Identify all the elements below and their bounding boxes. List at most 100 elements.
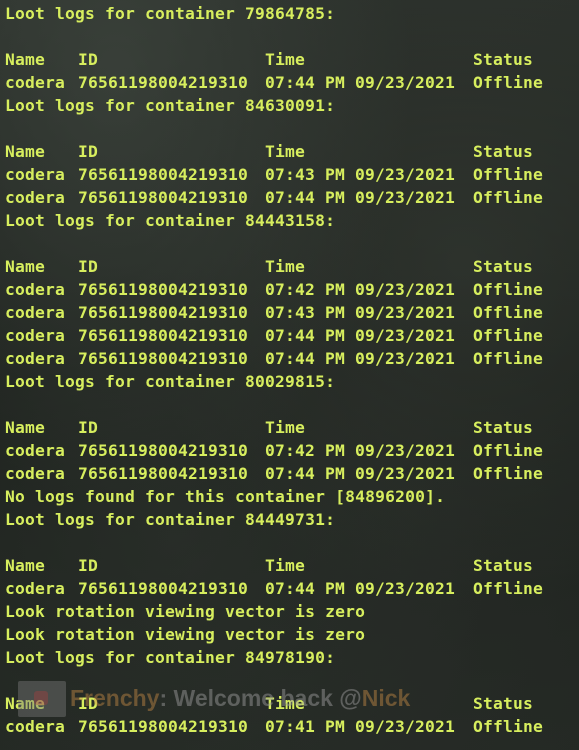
log-row: codera 76561198004219310 07:42 PM 09/23/20… bbox=[5, 278, 575, 301]
container-header: Loot logs for container 84630091: bbox=[5, 96, 336, 115]
column-header-status: Status bbox=[473, 556, 534, 575]
container-header: Loot logs for container 84978190: bbox=[5, 648, 336, 667]
log-message: Look rotation viewing vector is zero bbox=[5, 625, 366, 644]
log-time: 07:44 PM 09/23/2021 bbox=[265, 326, 456, 345]
log-name: codera bbox=[5, 464, 66, 483]
log-status: Offline bbox=[473, 579, 544, 598]
column-header-time: Time bbox=[265, 50, 306, 69]
column-header-name: Name bbox=[5, 142, 46, 161]
log-name: codera bbox=[5, 303, 66, 322]
log-status: Offline bbox=[473, 464, 544, 483]
column-header-name: Name bbox=[5, 257, 46, 276]
log-time: 07:44 PM 09/23/2021 bbox=[265, 579, 456, 598]
log-name: codera bbox=[5, 349, 66, 368]
column-header-id: ID bbox=[78, 418, 99, 437]
log-id: 76561198004219310 bbox=[78, 303, 249, 322]
log-row: codera 76561198004219310 07:44 PM 09/23/20… bbox=[5, 186, 575, 209]
log-name: codera bbox=[5, 579, 66, 598]
log-time: 07:44 PM 09/23/2021 bbox=[265, 464, 456, 483]
column-header-name: Name bbox=[5, 418, 46, 437]
log-row: codera 76561198004219310 07:43 PM 09/23/20… bbox=[5, 301, 575, 324]
column-header-row: Name ID Time Status bbox=[5, 416, 575, 439]
log-time: 07:43 PM 09/23/2021 bbox=[265, 303, 456, 322]
log-time: 07:44 PM 09/23/2021 bbox=[265, 73, 456, 92]
log-name: codera bbox=[5, 280, 66, 299]
column-header-id: ID bbox=[78, 257, 99, 276]
log-row: codera 76561198004219310 07:41 PM 09/23/20… bbox=[5, 715, 575, 738]
column-header-id: ID bbox=[78, 142, 99, 161]
column-header-time: Time bbox=[265, 694, 306, 713]
log-row: codera 76561198004219310 07:44 PM 09/23/20… bbox=[5, 324, 575, 347]
column-header-status: Status bbox=[473, 50, 534, 69]
column-header-name: Name bbox=[5, 50, 46, 69]
log-id: 76561198004219310 bbox=[78, 349, 249, 368]
log-status: Offline bbox=[473, 73, 544, 92]
column-header-id: ID bbox=[78, 556, 99, 575]
log-row: codera 76561198004219310 07:44 PM 09/23/20… bbox=[5, 462, 575, 485]
log-row: codera 76561198004219310 07:43 PM 09/23/20… bbox=[5, 163, 575, 186]
log-name: codera bbox=[5, 188, 66, 207]
column-header-name: Name bbox=[5, 556, 46, 575]
column-header-id: ID bbox=[78, 50, 99, 69]
log-id: 76561198004219310 bbox=[78, 188, 249, 207]
column-header-row: Name ID Time Status bbox=[5, 692, 575, 715]
log-status: Offline bbox=[473, 188, 544, 207]
log-status: Offline bbox=[473, 326, 544, 345]
log-time: 07:44 PM 09/23/2021 bbox=[265, 188, 456, 207]
log-time: 07:42 PM 09/23/2021 bbox=[265, 280, 456, 299]
column-header-row: Name ID Time Status bbox=[5, 140, 575, 163]
column-header-status: Status bbox=[473, 257, 534, 276]
log-row: codera 76561198004219310 07:42 PM 09/23/20… bbox=[5, 439, 575, 462]
log-name: codera bbox=[5, 73, 66, 92]
log-status: Offline bbox=[473, 717, 544, 736]
log-id: 76561198004219310 bbox=[78, 464, 249, 483]
column-header-status: Status bbox=[473, 418, 534, 437]
column-header-name: Name bbox=[5, 694, 46, 713]
column-header-row: Name ID Time Status bbox=[5, 255, 575, 278]
log-name: codera bbox=[5, 441, 66, 460]
log-message: No logs found for this container [848962… bbox=[5, 487, 446, 506]
container-header: Loot logs for container 79864785: bbox=[5, 4, 336, 23]
container-header: Loot logs for container 80029815: bbox=[5, 372, 336, 391]
column-header-row: Name ID Time Status bbox=[5, 48, 575, 71]
column-header-row: Name ID Time Status bbox=[5, 554, 575, 577]
column-header-time: Time bbox=[265, 556, 306, 575]
column-header-time: Time bbox=[265, 418, 306, 437]
log-id: 76561198004219310 bbox=[78, 441, 249, 460]
log-status: Offline bbox=[473, 441, 544, 460]
log-status: Offline bbox=[473, 349, 544, 368]
column-header-time: Time bbox=[265, 142, 306, 161]
log-time: 07:42 PM 09/23/2021 bbox=[265, 441, 456, 460]
log-id: 76561198004219310 bbox=[78, 165, 249, 184]
log-id: 76561198004219310 bbox=[78, 280, 249, 299]
log-status: Offline bbox=[473, 165, 544, 184]
log-row: codera 76561198004219310 07:44 PM 09/23/20… bbox=[5, 71, 575, 94]
log-name: codera bbox=[5, 326, 66, 345]
column-header-status: Status bbox=[473, 694, 534, 713]
container-header: Loot logs for container 84443158: bbox=[5, 211, 336, 230]
log-id: 76561198004219310 bbox=[78, 717, 249, 736]
log-time: 07:44 PM 09/23/2021 bbox=[265, 349, 456, 368]
log-time: 07:43 PM 09/23/2021 bbox=[265, 165, 456, 184]
log-id: 76561198004219310 bbox=[78, 326, 249, 345]
log-message: Look rotation viewing vector is zero bbox=[5, 602, 366, 621]
console-log: Loot logs for container 79864785: Name ID T… bbox=[5, 2, 575, 738]
log-id: 76561198004219310 bbox=[78, 579, 249, 598]
log-row: codera 76561198004219310 07:44 PM 09/23/20… bbox=[5, 347, 575, 370]
column-header-id: ID bbox=[78, 694, 99, 713]
log-status: Offline bbox=[473, 280, 544, 299]
log-status: Offline bbox=[473, 303, 544, 322]
log-name: codera bbox=[5, 717, 66, 736]
log-row: codera 76561198004219310 07:44 PM 09/23/20… bbox=[5, 577, 575, 600]
log-time: 07:41 PM 09/23/2021 bbox=[265, 717, 456, 736]
log-id: 76561198004219310 bbox=[78, 73, 249, 92]
container-header: Loot logs for container 84449731: bbox=[5, 510, 336, 529]
log-name: codera bbox=[5, 165, 66, 184]
column-header-time: Time bbox=[265, 257, 306, 276]
